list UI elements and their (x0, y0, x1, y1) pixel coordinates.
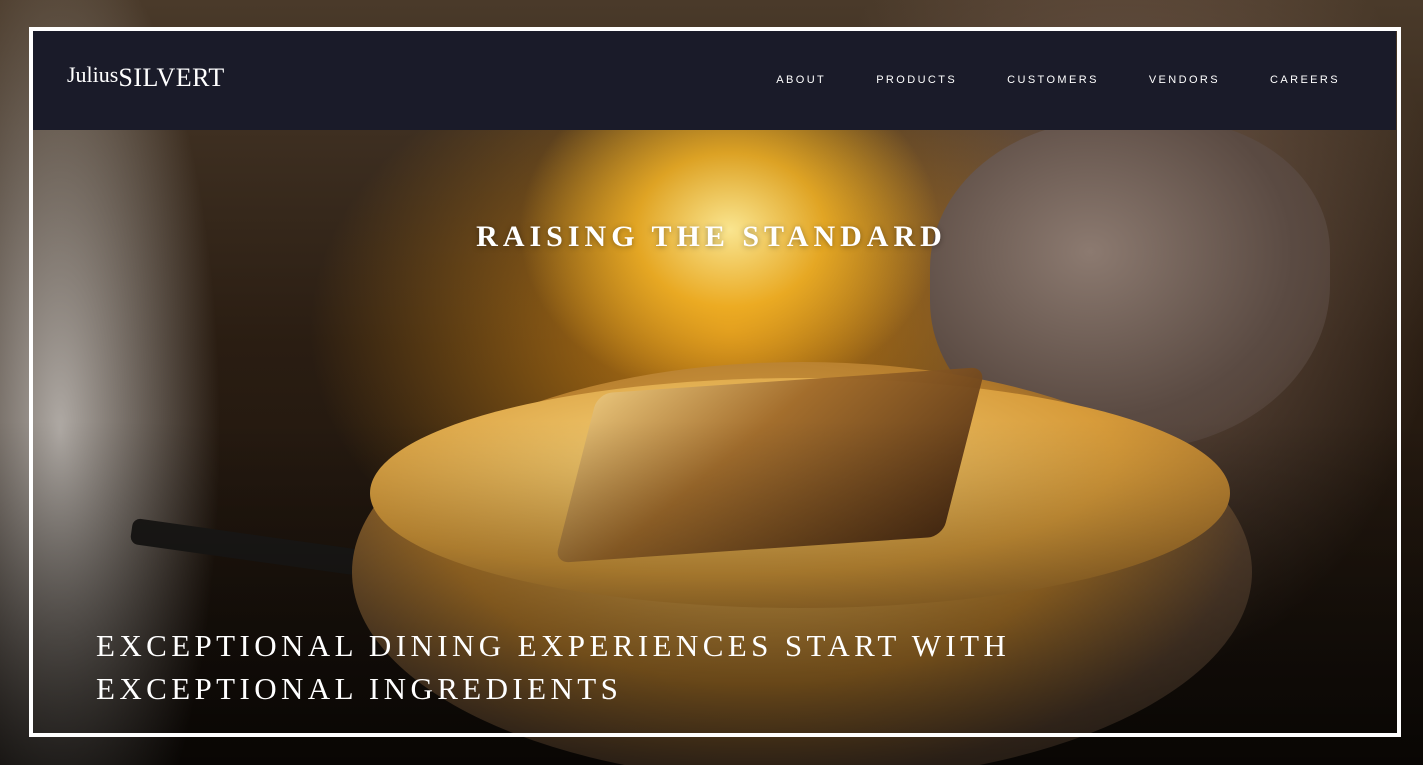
site-header: JuliusSILVERT ABOUT PRODUCTS CUSTOMERS V… (33, 31, 1396, 130)
brand-logo-first: Julius (67, 62, 119, 87)
main-nav: ABOUT PRODUCTS CUSTOMERS VENDORS CAREERS (776, 74, 1340, 86)
nav-item-customers[interactable]: CUSTOMERS (1007, 74, 1099, 86)
hero-tagline-line-2: EXCEPTIONAL INGREDIENTS (96, 671, 623, 706)
hero-tagline-line-1: EXCEPTIONAL DINING EXPERIENCES START WIT… (96, 628, 1011, 663)
nav-item-about[interactable]: ABOUT (776, 74, 826, 86)
hero-tagline: EXCEPTIONAL DINING EXPERIENCES START WIT… (96, 624, 1010, 710)
hero-title: RAISING THE STANDARD (476, 220, 947, 254)
nav-item-careers[interactable]: CAREERS (1270, 74, 1340, 86)
nav-item-products[interactable]: PRODUCTS (876, 74, 957, 86)
brand-logo-last: SILVERT (118, 63, 225, 92)
brand-logo[interactable]: JuliusSILVERT (67, 61, 225, 91)
nav-item-vendors[interactable]: VENDORS (1149, 74, 1220, 86)
